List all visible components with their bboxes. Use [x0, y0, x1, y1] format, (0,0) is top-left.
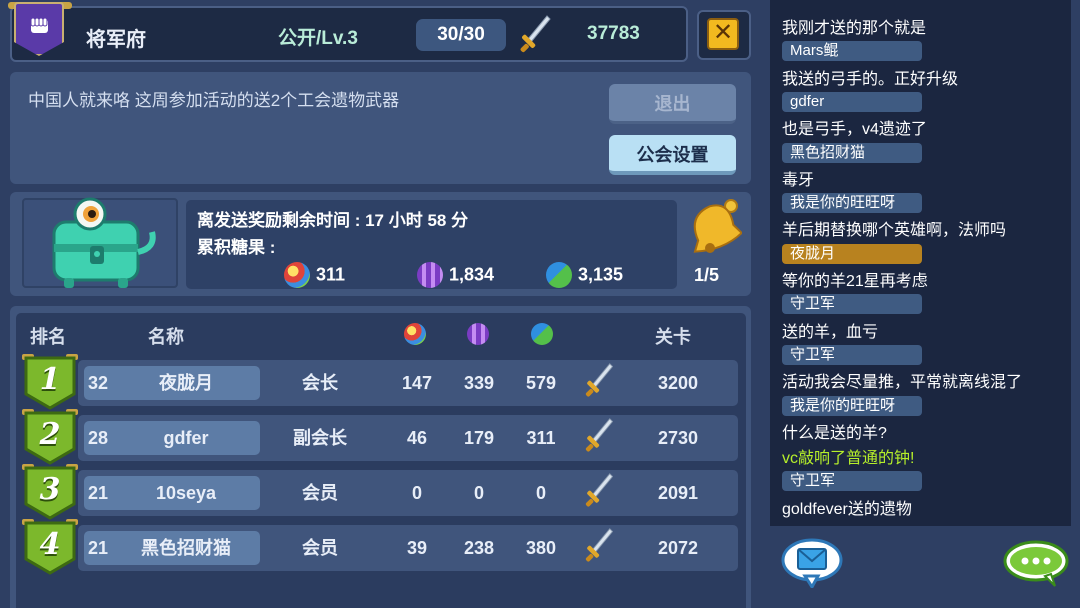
- member-level: 32: [88, 373, 109, 393]
- guild-settings-button[interactable]: 公会设置: [609, 135, 736, 175]
- purple-candy-icon: [467, 323, 489, 345]
- chat-button[interactable]: [1003, 540, 1069, 588]
- member-role: 会长: [302, 373, 338, 393]
- reward-timer-text: 离发送奖励剩余时间 : 17 小时 58 分: [197, 211, 469, 230]
- chat-message: 等你的羊21星再考虑: [782, 273, 928, 290]
- candy-total-label: 累积糖果 :: [197, 238, 276, 257]
- monster-chest-icon[interactable]: [40, 196, 164, 292]
- candy-total-value: 3,135: [578, 264, 624, 285]
- chat-sender-name[interactable]: 守卫军: [782, 344, 922, 365]
- member-name: gdfer: [163, 428, 209, 448]
- candy-total-red: 311: [284, 262, 345, 288]
- chat-sender-name[interactable]: 黑色招财猫: [782, 142, 922, 163]
- rank-number: 2: [39, 417, 61, 452]
- chat-message: 我送的弓手的。正好升级: [782, 70, 959, 88]
- guild-name: 将军府: [86, 29, 146, 51]
- member-stage: 2730: [657, 428, 699, 448]
- chat-message: goldfever送的遗物: [782, 500, 912, 518]
- chat-system-message: vc敲响了普通的钟!: [782, 450, 915, 468]
- member-role: 会员: [302, 538, 338, 558]
- member-purple-candy: 0: [473, 483, 484, 503]
- chat-sender-name[interactable]: 守卫军: [782, 294, 922, 315]
- member-level: 21: [88, 538, 109, 558]
- close-button[interactable]: ✕: [707, 18, 739, 50]
- member-red-candy: 39: [406, 538, 428, 558]
- member-role: 副会长: [293, 428, 347, 448]
- member-red-candy: 147: [401, 373, 433, 393]
- member-purple-candy: 179: [463, 428, 495, 448]
- chat-sender-name[interactable]: gdfer: [782, 91, 922, 112]
- red-candy-icon: [404, 323, 426, 345]
- chat-sender-name[interactable]: 夜胧月: [782, 243, 922, 264]
- member-red-candy: 46: [406, 428, 428, 448]
- chat-message: 羊后期替换哪个英雄啊，法师吗: [782, 222, 1007, 240]
- member-level: 21: [88, 483, 109, 503]
- chat-sender-name[interactable]: 守卫军: [782, 471, 922, 492]
- column-header-name: 名称: [148, 327, 184, 347]
- red-candy-icon: [284, 262, 310, 288]
- candy-total-value: 1,834: [449, 264, 495, 285]
- guild-notice-text: 中国人就来咯 这周参加活动的送2个工会遗物武器: [28, 91, 400, 110]
- sword-icon[interactable]: [582, 527, 614, 565]
- sword-icon[interactable]: [582, 417, 614, 455]
- guild-power-value: 37783: [587, 23, 640, 44]
- bell-icon[interactable]: [684, 196, 742, 260]
- mail-button[interactable]: [781, 536, 843, 588]
- chat-message: 也是弓手，v4遗迹了: [782, 121, 927, 139]
- chat-message: 我刚才送的那个就是: [782, 20, 927, 37]
- chat-message: 活动我会尽量推，平常就离线混了: [782, 374, 1023, 392]
- member-count-badge: 30/30: [416, 19, 506, 51]
- candy-total-value: 311: [316, 264, 346, 285]
- rank-number: 1: [39, 362, 61, 397]
- bell-count: 1/5: [694, 265, 720, 285]
- sword-icon[interactable]: [582, 362, 614, 400]
- member-stage: 2072: [657, 538, 699, 558]
- member-red-candy: 0: [411, 483, 422, 503]
- member-green-candy: 0: [535, 483, 546, 503]
- candy-total-purple: 1,834: [417, 262, 494, 288]
- chat-message: 送的羊，血亏: [782, 323, 879, 341]
- chat-sender-name[interactable]: 我是你的旺旺呀: [782, 395, 922, 416]
- green-candy-icon: [531, 323, 553, 345]
- member-green-candy: 311: [526, 428, 556, 448]
- member-purple-candy: 238: [463, 538, 495, 558]
- chat-message: 毒牙: [782, 171, 815, 189]
- guild-level: 公开/Lv.3: [278, 28, 358, 49]
- chat-sender-name[interactable]: 我是你的旺旺呀: [782, 193, 922, 214]
- fist-icon: [30, 17, 48, 33]
- green-candy-icon: [546, 262, 572, 288]
- chat-sender-name[interactable]: Mars鲲: [782, 41, 922, 62]
- purple-candy-icon: [417, 262, 443, 288]
- column-header-stage: 关卡: [655, 327, 691, 347]
- member-purple-candy: 339: [463, 373, 495, 393]
- member-stage: 2091: [657, 483, 699, 503]
- member-level: 28: [88, 428, 109, 448]
- member-role: 会员: [302, 483, 338, 503]
- rank-number: 3: [39, 472, 61, 507]
- sword-icon: [520, 15, 551, 53]
- member-stage: 3200: [657, 373, 699, 393]
- member-green-candy: 579: [525, 373, 557, 393]
- column-header-rank: 排名: [30, 327, 66, 347]
- member-name: 黑色招财猫: [141, 538, 231, 558]
- candy-total-green: 3,135: [546, 262, 623, 288]
- member-name: 夜胧月: [159, 373, 213, 393]
- rank-number: 4: [39, 527, 61, 562]
- member-green-candy: 380: [525, 538, 557, 558]
- member-name: 10seya: [155, 483, 217, 503]
- sword-icon[interactable]: [582, 472, 614, 510]
- chat-message: 什么是送的羊?: [782, 424, 887, 442]
- leave-guild-button[interactable]: 退出: [609, 84, 736, 124]
